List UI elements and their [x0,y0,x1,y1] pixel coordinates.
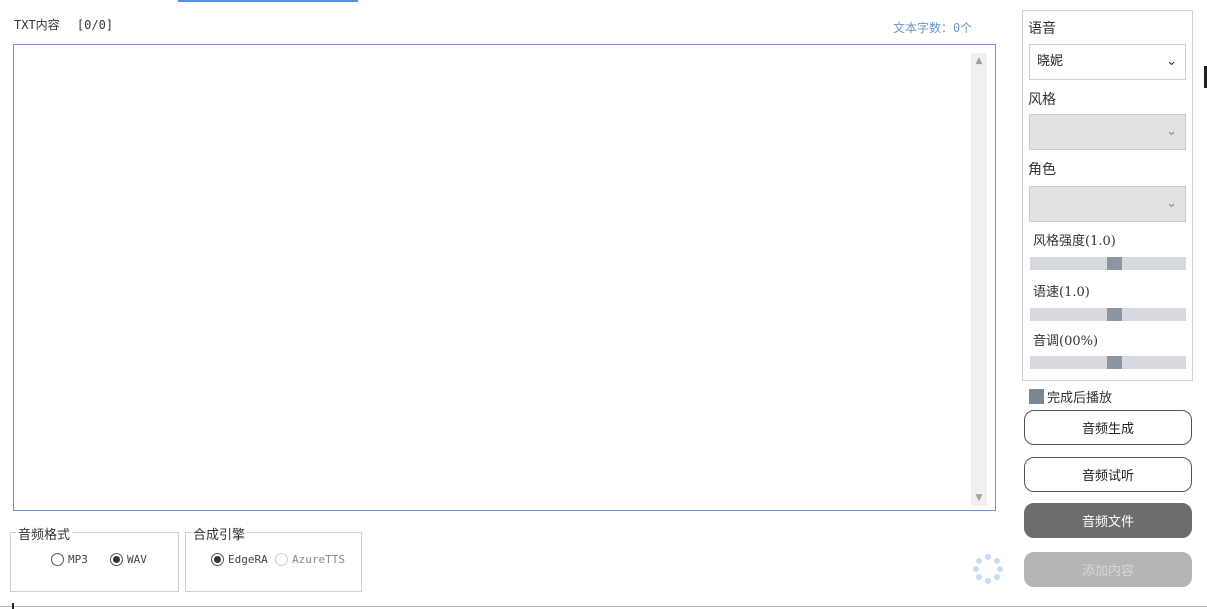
voice-select[interactable]: 晓妮 ⌄ [1029,44,1186,80]
radio-wav[interactable]: WAV [110,553,147,566]
engine-group: 合成引擎 EdgeRA AzureTTS [185,524,362,592]
audio-file-button[interactable]: 音频文件 [1024,503,1192,538]
role-select[interactable]: ⌄ [1029,186,1186,222]
pitch-thumb[interactable] [1107,356,1122,369]
radio-mp3[interactable]: MP3 [51,553,88,566]
word-count-label: 文本字数：0个 [893,21,973,35]
style-label: 风格 [1028,92,1056,108]
radio-edgera[interactable]: EdgeRA [211,553,268,566]
editor-header: TXT内容 [0/0] [14,16,113,33]
play-after-label: 完成后播放 [1047,391,1113,406]
radio-edgera-indicator[interactable] [211,553,224,566]
generate-audio-button[interactable]: 音频生成 [1024,410,1192,445]
radio-azuretts[interactable]: AzureTTS [275,553,345,566]
pitch-slider[interactable] [1030,356,1186,369]
radio-azuretts-indicator[interactable] [275,553,288,566]
chevron-down-icon: ⌄ [1166,54,1177,69]
radio-wav-indicator[interactable] [110,553,123,566]
radio-mp3-indicator[interactable] [51,553,64,566]
chevron-down-icon: ⌄ [1166,196,1177,211]
speed-slider[interactable] [1030,308,1186,321]
scroll-up-icon[interactable]: ▲ [971,53,987,69]
text-content-input[interactable]: ▲ ▼ [13,44,996,511]
engine-title: 合成引擎 [191,524,248,543]
style-strength-slider[interactable] [1030,257,1186,270]
radio-wav-label: WAV [127,553,147,566]
bottom-marker [12,603,14,609]
voice-settings-panel: 语音 晓妮 ⌄ 风格 ⌄ 角色 ⌄ 风格强度(1.0) 语速(1.0) 音调(0… [1022,10,1193,381]
preview-audio-button[interactable]: 音频试听 [1024,457,1192,492]
chevron-down-icon: ⌄ [1166,124,1177,139]
scroll-down-icon[interactable]: ▼ [971,490,987,506]
style-strength-label: 风格强度(1.0) [1033,234,1116,249]
radio-mp3-label: MP3 [68,553,88,566]
play-after-checkbox-indicator[interactable] [1029,389,1044,404]
text-scrollbar[interactable]: ▲ ▼ [971,53,987,506]
speed-thumb[interactable] [1107,308,1122,321]
pitch-label: 音调(00%) [1033,334,1099,349]
play-after-checkbox[interactable]: 完成后播放 [1029,387,1112,406]
loading-spinner-icon [972,553,1004,585]
voice-select-value: 晓妮 [1037,54,1064,69]
audio-format-title: 音频格式 [16,524,73,543]
voice-label: 语音 [1028,21,1056,37]
speed-label: 语速(1.0) [1033,285,1090,300]
bottom-divider [0,606,1207,607]
audio-format-group: 音频格式 MP3 WAV [10,524,179,592]
active-tab-indicator [178,0,358,2]
style-strength-thumb[interactable] [1107,257,1122,270]
style-select[interactable]: ⌄ [1029,114,1186,150]
line-counter: [0/0] [76,18,114,32]
add-content-button[interactable]: 添加内容 [1024,552,1192,587]
radio-azuretts-label: AzureTTS [292,553,345,566]
role-label: 角色 [1028,162,1056,178]
radio-edgera-label: EdgeRA [228,553,268,566]
editor-title: TXT内容 [14,18,60,32]
